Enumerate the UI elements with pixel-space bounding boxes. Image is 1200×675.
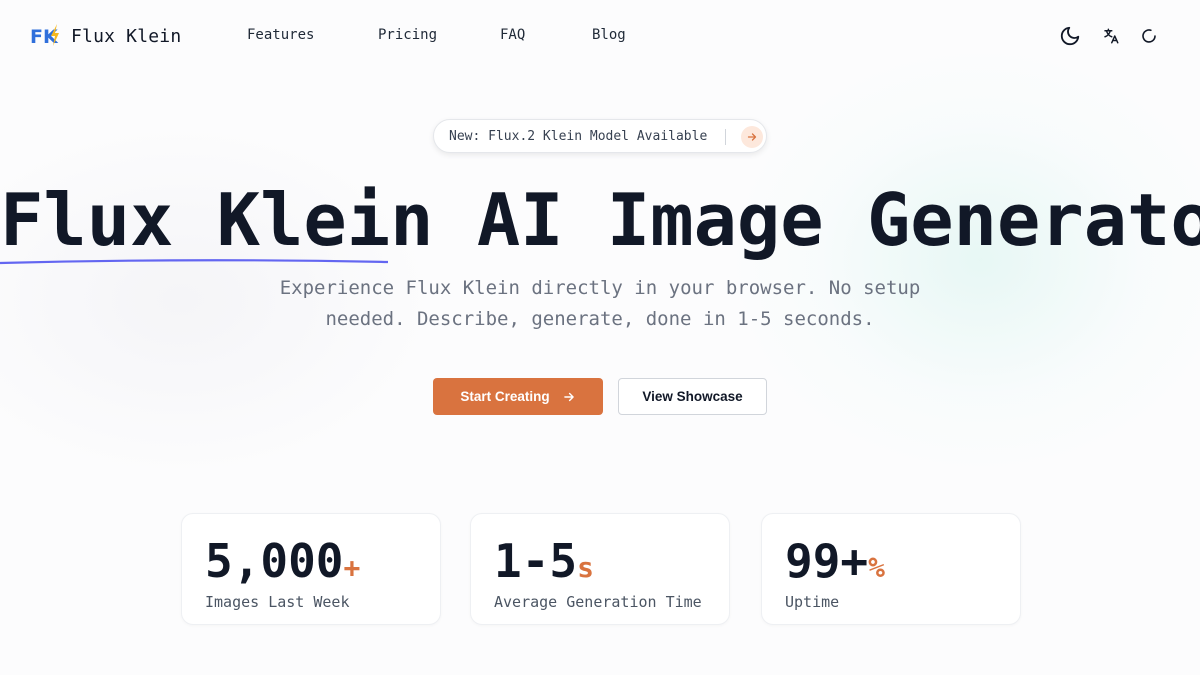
top-nav: FK Flux Klein Features Pricing FAQ Blog — [0, 0, 1200, 72]
stat-suffix: s — [577, 551, 594, 584]
arrow-right-icon — [741, 126, 763, 148]
view-showcase-label: View Showcase — [642, 389, 743, 404]
stat-value: 1-5s — [494, 534, 594, 588]
start-creating-button[interactable]: Start Creating — [433, 378, 603, 415]
arrow-right-icon — [563, 392, 574, 401]
badge-divider — [725, 129, 726, 145]
nav-link-faq[interactable]: FAQ — [500, 27, 525, 43]
logo-icon: FK — [30, 24, 59, 48]
nav-link-blog[interactable]: Blog — [592, 27, 626, 43]
logo-link[interactable]: FK Flux Klein — [30, 24, 181, 48]
stat-label: Average Generation Time — [494, 593, 702, 611]
nav-link-pricing[interactable]: Pricing — [378, 27, 437, 43]
stat-label: Images Last Week — [205, 593, 350, 611]
translate-icon[interactable] — [1099, 24, 1123, 48]
stat-card-images: 5,000+ Images Last Week — [181, 513, 441, 625]
moon-icon[interactable] — [1058, 24, 1082, 48]
stat-suffix: % — [868, 551, 885, 584]
loading-spinner-icon — [1137, 24, 1161, 48]
start-creating-label: Start Creating — [460, 389, 550, 404]
nav-link-features[interactable]: Features — [247, 27, 314, 43]
stat-value: 5,000+ — [205, 534, 361, 588]
view-showcase-button[interactable]: View Showcase — [618, 378, 767, 415]
hero-subtitle: Experience Flux Klein directly in your b… — [279, 277, 921, 330]
hero-title: Flux Klein AI Image Generator — [0, 178, 1200, 265]
stat-card-generation-time: 1-5s Average Generation Time — [470, 513, 730, 625]
title-underline — [0, 259, 388, 265]
stat-suffix: + — [343, 551, 361, 584]
stat-value: 99+% — [785, 534, 885, 588]
badge-text: New: Flux.2 Klein Model Available — [449, 129, 708, 144]
stat-card-uptime: 99+% Uptime — [761, 513, 1021, 625]
logo-text: Flux Klein — [71, 25, 182, 47]
announcement-badge[interactable]: New: Flux.2 Klein Model Available — [433, 119, 767, 153]
hero-title-highlight: Flux Klein — [0, 178, 433, 265]
stat-label: Uptime — [785, 593, 840, 611]
hero-title-rest: AI Image Generator — [433, 178, 1200, 262]
